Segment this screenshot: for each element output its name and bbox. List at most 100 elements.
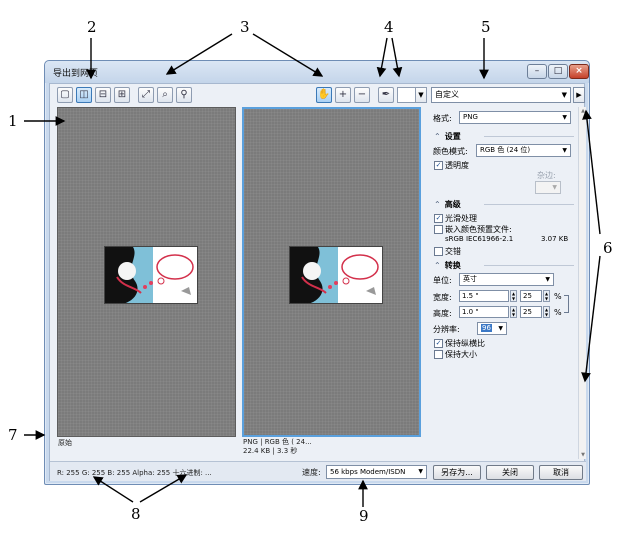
close-button[interactable]: 关闭 [486,465,534,480]
one-to-one-button[interactable]: ⌕ [157,87,173,103]
matte-color-select[interactable]: ▼ [535,181,561,194]
transform-header-label: 转换 [444,261,461,270]
optimized-caption-size: 22.4 KB | 3.3 秒 [243,447,298,455]
advanced-section-header[interactable]: ⌃ 高级 [434,199,574,210]
height-label: 高度: [433,309,452,318]
four-up-view-button[interactable]: ⊞ [114,87,130,103]
fit-to-frame-button[interactable]: ⤢ [138,87,154,103]
zoom-out-button[interactable]: − [354,87,370,103]
width-input[interactable]: 1.5 " [459,290,509,302]
keep-size-checkbox[interactable] [434,350,443,359]
zoom-out-icon: − [357,89,367,100]
hand-tool-icon: ✋ [317,89,331,100]
artwork-image [105,247,197,303]
callout-2: 2 [87,18,97,36]
transparency-checkbox[interactable]: ✓ [434,161,443,170]
height-value: 1.0 " [462,308,479,316]
fit-to-frame-icon: ⤢ [142,89,150,100]
zoom-icon: ⚲ [180,89,188,100]
collapse-chevron-icon: ⌃ [434,132,441,141]
optimized-preview-pane[interactable] [242,107,421,437]
save-as-button[interactable]: 另存为... [433,465,481,480]
preset-value: 自定义 [435,90,459,99]
one-to-one-icon: ⌕ [162,89,168,100]
two-up-horizontal-button[interactable]: ⊟ [95,87,111,103]
swatch-dropdown-button[interactable]: ▼ [415,87,427,103]
callout-9: 9 [359,507,369,525]
resolution-select[interactable]: 96 ▼ [477,322,507,335]
width-spinner[interactable]: ▲ ▼ [510,290,517,302]
chevron-down-icon: ▼ [418,91,424,99]
optimized-preview-image [289,246,383,304]
chevron-down-icon: ▼ [418,468,423,475]
callout-5: 5 [481,18,491,36]
width-percent-spinner[interactable]: ▲ ▼ [543,290,550,302]
height-percent-spinner[interactable]: ▲ ▼ [543,306,550,318]
callout-3: 3 [240,18,250,36]
color-mode-select[interactable]: RGB 色 (24 位) ▼ [476,144,571,157]
unit-label: 单位: [433,276,452,285]
height-percent-input[interactable]: 25 [520,306,542,318]
eyedropper-button[interactable]: ✒ [378,87,394,103]
close-icon: × [575,66,583,76]
width-percent-sign: % [554,292,562,301]
section-divider [484,136,574,137]
chevron-down-icon: ▼ [552,184,557,191]
title-bar[interactable]: 导出到网页 – □ × [45,61,589,83]
maximize-icon: □ [553,66,563,76]
chevron-down-icon: ▼ [561,91,567,99]
dialog-client-area: ▢ ◫ ⊟ ⊞ ⤢ ⌕ ⚲ ✋ + − ✒ ▼ 自定义 ▼ ▶ 原始 PNG |… [49,83,586,481]
export-to-web-dialog: 导出到网页 – □ × ▢ ◫ ⊟ ⊞ ⤢ ⌕ ⚲ ✋ + − ✒ ▼ 自定义 … [44,60,590,485]
settings-panel: 格式: PNG ▼ ⌃ 设置 颜色模式: RGB 色 (24 位) ▼ ✓ 透明度 杂… [431,107,577,459]
width-percent-input[interactable]: 25 [520,290,542,302]
keep-size-label: 保持大小 [445,350,477,359]
zoom-button[interactable]: ⚲ [176,87,192,103]
two-up-view-button[interactable]: ◫ [76,87,92,103]
single-view-button[interactable]: ▢ [57,87,73,103]
section-divider [484,204,574,205]
settings-section-header[interactable]: ⌃ 设置 [434,131,574,142]
transform-section-header[interactable]: ⌃ 转换 [434,260,574,271]
original-preview-image [104,246,198,304]
hand-tool-button[interactable]: ✋ [316,87,332,103]
speed-select[interactable]: 56 kbps Modem/ISDN ▼ [326,465,427,479]
chevron-down-icon: ▼ [498,325,503,332]
collapse-chevron-icon: ⌃ [434,261,441,270]
eyedropper-icon: ✒ [381,89,391,100]
collapse-chevron-icon: ⌃ [434,200,441,209]
scroll-down-icon[interactable]: ▼ [579,451,587,459]
callout-7: 7 [8,426,18,444]
artwork-image [290,247,382,303]
close-window-button[interactable]: × [569,64,589,79]
format-value: PNG [463,113,478,121]
format-select[interactable]: PNG ▼ [459,111,571,124]
maximize-button[interactable]: □ [548,64,568,79]
height-spinner[interactable]: ▲ ▼ [510,306,517,318]
two-up-horizontal-icon: ⊟ [98,89,108,100]
width-value: 1.5 " [462,292,479,300]
settings-scrollbar[interactable]: ▲ ▼ [578,107,586,459]
scroll-up-icon[interactable]: ▲ [579,107,587,115]
zoom-in-icon: + [338,89,348,100]
interlace-label: 交错 [445,247,461,256]
settings-header-label: 设置 [444,132,461,141]
height-input[interactable]: 1.0 " [459,306,509,318]
original-caption: 原始 [58,439,72,447]
keep-ratio-checkbox[interactable]: ✓ [434,339,443,348]
smoothing-checkbox[interactable]: ✓ [434,214,443,223]
original-preview-pane[interactable] [57,107,236,437]
cancel-button[interactable]: 取消 [539,465,583,480]
callout-4: 4 [384,18,394,36]
smoothing-label: 光滑处理 [445,214,477,223]
minimize-button[interactable]: – [527,64,547,79]
preset-select[interactable]: 自定义 ▼ [431,87,571,103]
preset-options-button[interactable]: ▶ [573,87,585,103]
status-bar: R: 255 G: 255 B: 255 Alpha: 255 十六进制: ..… [50,461,586,481]
interlace-checkbox[interactable] [434,247,443,256]
resolution-label: 分辨率: [433,325,460,334]
unit-select[interactable]: 英寸 ▼ [459,273,554,286]
chevron-down-icon: ▼ [545,276,550,283]
zoom-in-button[interactable]: + [335,87,351,103]
profile-size: 3.07 KB [541,235,569,243]
embed-profile-checkbox[interactable] [434,225,443,234]
